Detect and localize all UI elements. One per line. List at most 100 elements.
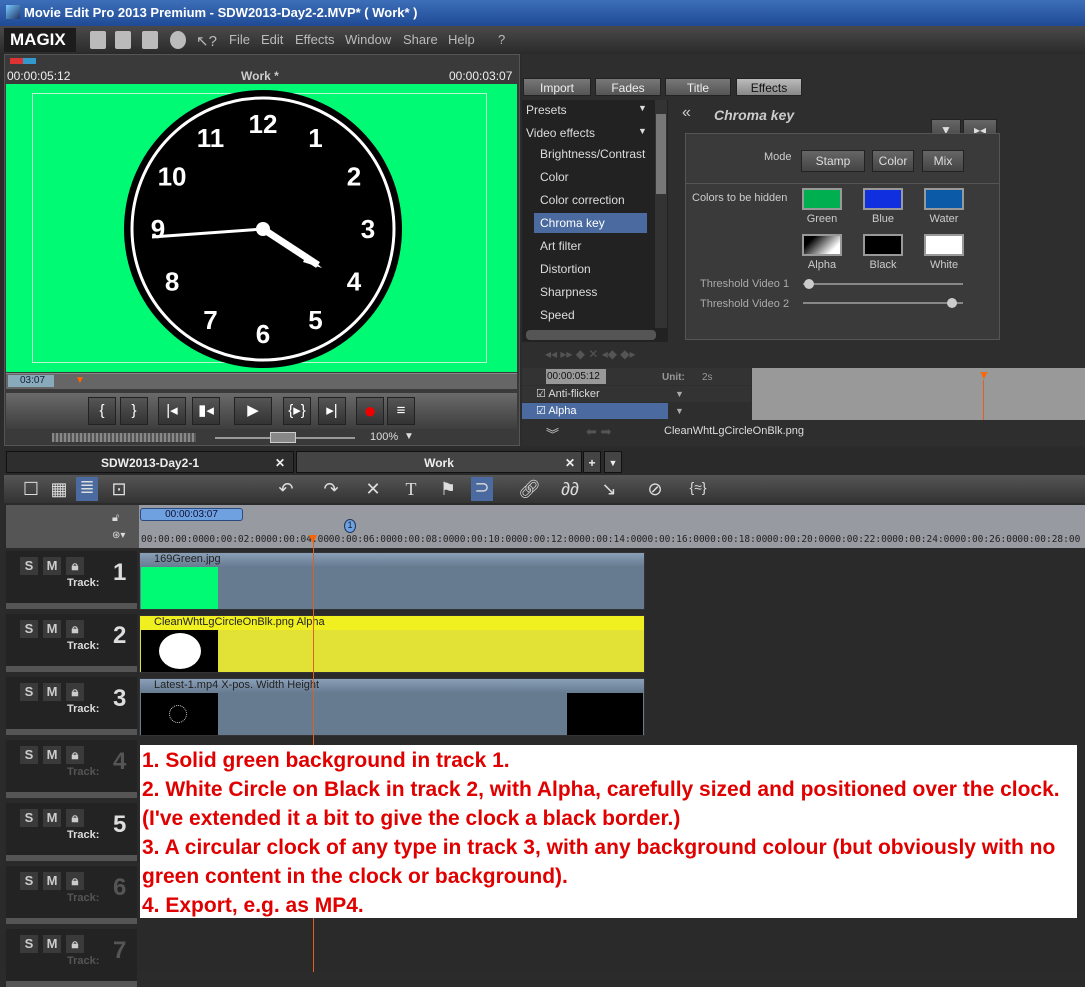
solo-button[interactable]: S bbox=[20, 809, 38, 827]
anti-flicker-row[interactable]: ☑ Anti-flicker bbox=[536, 387, 600, 400]
alpha-row[interactable]: ☑ Alpha bbox=[536, 404, 576, 417]
view-options-icon[interactable]: ⊛▾ bbox=[112, 530, 125, 541]
effect-item[interactable]: Distortion bbox=[540, 259, 653, 279]
chevron-down-icon[interactable]: ▼ bbox=[638, 126, 647, 136]
mode-mix-button[interactable]: Mix bbox=[922, 150, 964, 172]
jog-shuttle[interactable] bbox=[52, 433, 196, 442]
tab-fades[interactable]: Fades bbox=[595, 78, 661, 96]
settings-gear-icon[interactable] bbox=[170, 31, 186, 49]
threshold1-slider[interactable] bbox=[803, 279, 963, 289]
mode-color-button[interactable]: Color bbox=[872, 150, 914, 172]
lock-icon[interactable]: 🔒︎ bbox=[66, 746, 84, 764]
clip[interactable]: CleanWhtLgCircleOnBlk.png Alpha bbox=[139, 615, 645, 673]
section-video-effects[interactable]: Video effects bbox=[526, 126, 595, 140]
lock-icon[interactable]: 🔒︎ bbox=[66, 935, 84, 953]
menu-file[interactable]: File bbox=[229, 32, 250, 47]
stereo-3d-icon[interactable] bbox=[10, 58, 36, 64]
swatch-alpha[interactable] bbox=[802, 234, 842, 256]
swatch-blue[interactable] bbox=[863, 188, 903, 210]
menu-list-button[interactable]: ≡ bbox=[387, 397, 415, 425]
marker-1[interactable]: 1 bbox=[344, 519, 356, 533]
playhead-marker[interactable]: ▼ bbox=[75, 375, 85, 386]
tab-effects[interactable]: Effects bbox=[736, 78, 802, 96]
lock-icon[interactable]: 🔒︎ bbox=[66, 557, 84, 575]
go-start-button[interactable]: ▮◂ bbox=[192, 397, 220, 425]
mute-button[interactable]: M bbox=[43, 872, 61, 890]
mute-button[interactable]: M bbox=[43, 935, 61, 953]
new-file-icon[interactable] bbox=[90, 31, 106, 49]
help-pointer-icon[interactable]: ↖? bbox=[196, 32, 217, 50]
mark-in-button[interactable]: { bbox=[88, 397, 116, 425]
tab-menu-icon[interactable]: ▼ bbox=[604, 451, 622, 473]
threshold2-slider[interactable] bbox=[803, 298, 963, 308]
swatch-white[interactable] bbox=[924, 234, 964, 256]
lock-open-icon[interactable]: 🔓︎ bbox=[112, 512, 119, 525]
mouse-mode-icon[interactable]: ↘ bbox=[598, 479, 620, 500]
redo-icon[interactable]: ↷ bbox=[320, 479, 342, 500]
collapse-icon[interactable]: ︾ bbox=[546, 424, 559, 443]
delete-icon[interactable]: ✕ bbox=[362, 479, 384, 500]
scene-view-icon[interactable]: ▦ bbox=[48, 479, 70, 500]
solo-button[interactable]: S bbox=[20, 620, 38, 638]
effect-item[interactable]: Color bbox=[540, 167, 653, 187]
lock-icon[interactable]: 🔒︎ bbox=[66, 809, 84, 827]
lock-icon[interactable]: 🔒︎ bbox=[66, 872, 84, 890]
chevron-down-icon[interactable]: ▼ bbox=[638, 103, 647, 113]
zoom-level[interactable]: 100% bbox=[370, 431, 398, 443]
play-button[interactable]: ▶ bbox=[234, 397, 272, 425]
prev-marker-button[interactable]: |◂ bbox=[158, 397, 186, 425]
mute-button[interactable]: M bbox=[43, 557, 61, 575]
swatch-water[interactable] bbox=[924, 188, 964, 210]
mute-button[interactable]: M bbox=[43, 683, 61, 701]
solo-button[interactable]: S bbox=[20, 557, 38, 575]
play-range-button[interactable]: {▸} bbox=[283, 397, 311, 425]
menu-edit[interactable]: Edit bbox=[261, 32, 283, 47]
menu-effects[interactable]: Effects bbox=[295, 32, 335, 47]
lock-icon[interactable]: 🔒︎ bbox=[66, 683, 84, 701]
keyframe-nav-icons[interactable]: ◂◂ ▸▸ ◆ ✕ ◂◆ ◆▸ bbox=[545, 347, 636, 361]
swatch-green[interactable] bbox=[802, 188, 842, 210]
chevron-down-icon[interactable]: ▼ bbox=[675, 389, 684, 399]
effect-item[interactable]: Color correction bbox=[540, 190, 653, 210]
effect-item[interactable]: Sharpness bbox=[540, 282, 653, 302]
effects-hscrollbar[interactable] bbox=[526, 330, 656, 340]
back-icon[interactable]: « bbox=[682, 104, 691, 122]
mute-button[interactable]: M bbox=[43, 809, 61, 827]
effect-item[interactable]: Chroma key bbox=[534, 213, 647, 233]
mute-button[interactable]: M bbox=[43, 746, 61, 764]
marker-icon[interactable]: ⚑ bbox=[437, 479, 459, 500]
menu-window[interactable]: Window bbox=[345, 32, 391, 47]
tab-import[interactable]: Import bbox=[523, 78, 591, 96]
info-icon[interactable]: ? bbox=[498, 32, 505, 47]
chevron-down-icon[interactable]: ▼ bbox=[675, 406, 684, 416]
play-range[interactable]: 00:00:03:07 bbox=[140, 508, 243, 521]
solo-button[interactable]: S bbox=[20, 935, 38, 953]
unlink-icon[interactable]: ∂∂ bbox=[555, 479, 585, 500]
tab-work[interactable]: Work ✕ bbox=[296, 451, 582, 473]
menu-share[interactable]: Share bbox=[403, 32, 438, 47]
next-marker-button[interactable]: ▸| bbox=[318, 397, 346, 425]
effect-item[interactable]: Speed bbox=[540, 305, 653, 325]
solo-button[interactable]: S bbox=[20, 746, 38, 764]
undo-icon[interactable]: ↶ bbox=[275, 479, 297, 500]
lock-icon[interactable]: 🔒︎ bbox=[66, 620, 84, 638]
save-icon[interactable] bbox=[142, 31, 158, 49]
tab-title[interactable]: Title bbox=[665, 78, 731, 96]
effect-item[interactable]: Brightness/Contrast bbox=[540, 144, 653, 164]
clip[interactable]: Latest-1.mp4 X-pos. Width Height bbox=[139, 678, 645, 736]
mark-out-button[interactable]: } bbox=[120, 397, 148, 425]
add-tab-button[interactable]: + bbox=[583, 451, 601, 473]
keyframe-timeline[interactable] bbox=[752, 368, 1085, 420]
text-icon[interactable]: T bbox=[400, 479, 422, 500]
zoom-dropdown-icon[interactable]: ▼ bbox=[404, 431, 414, 442]
razor-icon[interactable]: ⊘ bbox=[644, 479, 666, 500]
open-folder-icon[interactable] bbox=[115, 31, 131, 49]
magnet-icon[interactable]: ⊃ bbox=[471, 477, 493, 501]
close-icon[interactable]: ✕ bbox=[565, 452, 575, 474]
solo-button[interactable]: S bbox=[20, 872, 38, 890]
storyboard-view-icon[interactable]: ☐ bbox=[20, 479, 42, 500]
tab-project-1[interactable]: SDW2013-Day2-1 ✕ bbox=[6, 451, 294, 473]
clip[interactable]: 169Green.jpg bbox=[139, 552, 645, 610]
close-icon[interactable]: ✕ bbox=[275, 452, 285, 474]
swatch-black[interactable] bbox=[863, 234, 903, 256]
